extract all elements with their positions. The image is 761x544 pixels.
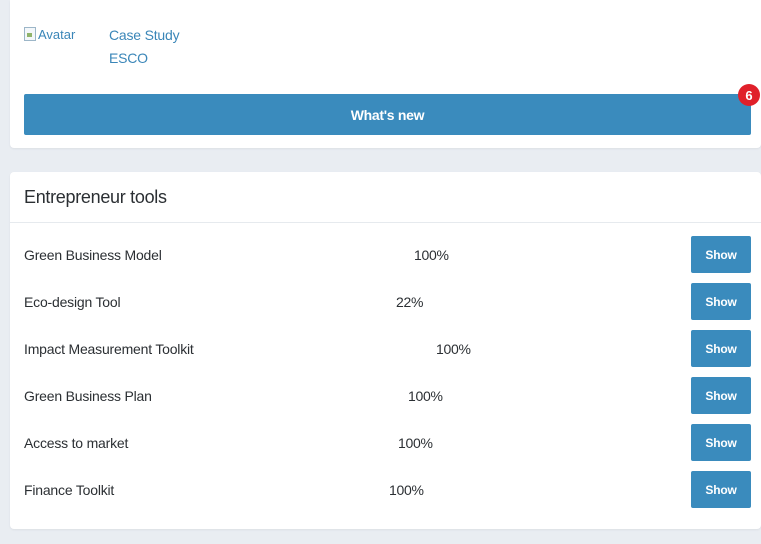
- show-button[interactable]: Show: [691, 236, 751, 273]
- tool-name: Finance Toolkit: [24, 482, 115, 498]
- tool-row: Green Business Model 100% Show: [10, 236, 761, 274]
- case-study-link[interactable]: Case Study: [109, 24, 180, 47]
- tool-name: Eco-design Tool: [24, 294, 121, 310]
- tool-progress: 22%: [396, 294, 424, 310]
- show-button[interactable]: Show: [691, 424, 751, 461]
- show-button[interactable]: Show: [691, 377, 751, 414]
- tools-title: Entrepreneur tools: [10, 172, 761, 223]
- tool-progress: 100%: [414, 247, 449, 263]
- esco-link[interactable]: ESCO: [109, 47, 179, 70]
- tool-name: Green Business Plan: [24, 388, 152, 404]
- avatar[interactable]: Avatar: [24, 24, 96, 44]
- avatar-alt-text: Avatar: [38, 26, 76, 42]
- show-button[interactable]: Show: [691, 330, 751, 367]
- profile-links: Case Study ESCO: [109, 24, 180, 70]
- show-button[interactable]: Show: [691, 471, 751, 508]
- profile-card: Avatar Case Study ESCO What's new 6: [10, 0, 761, 148]
- tool-progress: 100%: [389, 482, 424, 498]
- entrepreneur-tools-card: Entrepreneur tools Green Business Model …: [10, 172, 761, 529]
- tool-row: Access to market 100% Show: [10, 424, 761, 462]
- tool-name: Access to market: [24, 435, 129, 451]
- tool-row: Eco-design Tool 22% Show: [10, 283, 761, 321]
- broken-image-icon: [24, 27, 36, 41]
- tool-name: Green Business Model: [24, 247, 162, 263]
- tool-progress: 100%: [398, 435, 433, 451]
- tool-progress: 100%: [408, 388, 443, 404]
- tool-row: Impact Measurement Toolkit 100% Show: [10, 330, 761, 368]
- whats-new-button[interactable]: What's new: [24, 94, 751, 135]
- tool-row: Green Business Plan 100% Show: [10, 377, 761, 415]
- tool-name: Impact Measurement Toolkit: [24, 341, 194, 357]
- notification-badge: 6: [738, 84, 760, 106]
- show-button[interactable]: Show: [691, 283, 751, 320]
- tool-row: Finance Toolkit 100% Show: [10, 471, 761, 509]
- tool-progress: 100%: [436, 341, 471, 357]
